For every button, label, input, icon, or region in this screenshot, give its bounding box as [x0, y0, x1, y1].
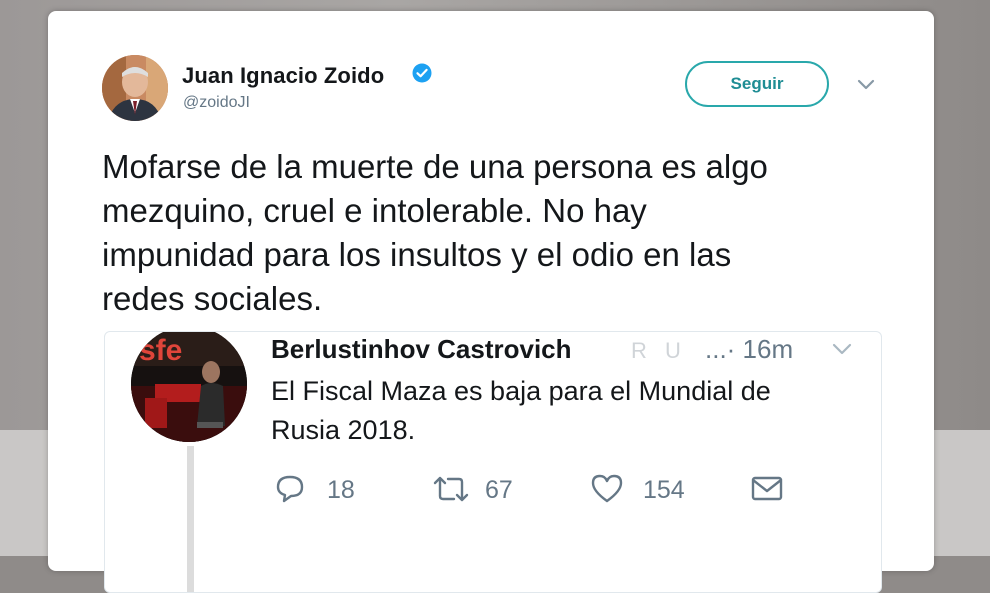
quoted-tweet-text: El Fiscal Maza es baja para el Mundial d…	[271, 376, 771, 445]
follow-button[interactable]: Seguir	[685, 61, 829, 107]
author-avatar[interactable]	[102, 55, 168, 121]
tweet-text: Mofarse de la muerte de una persona es a…	[102, 148, 768, 317]
chevron-down-icon[interactable]	[831, 342, 853, 356]
svg-text:sfe: sfe	[139, 334, 182, 367]
quoted-author-name[interactable]: Berlustinhov Castrovich	[271, 334, 572, 365]
reply-count: 18	[327, 476, 355, 504]
chevron-down-icon[interactable]	[856, 77, 876, 91]
retweet-count: 67	[485, 476, 513, 504]
verified-badge-icon	[412, 63, 432, 83]
author-handle[interactable]: @zoidoJI	[183, 94, 250, 112]
envelope-icon	[751, 476, 783, 501]
tweet-card: Juan Ignacio Zoido @zoidoJI Seguir Mofar…	[48, 11, 934, 593]
quoted-timestamp[interactable]: ...· 16m	[705, 334, 793, 365]
quoted-author-badges: R U	[631, 338, 687, 363]
like-count: 154	[643, 476, 685, 504]
retweet-icon	[433, 476, 469, 502]
author-name[interactable]: Juan Ignacio Zoido	[182, 63, 384, 89]
quoted-author-avatar[interactable]: sfe	[131, 332, 247, 442]
quoted-tweet[interactable]: sfe Berlustinhov Castrovich R U ...· 16m…	[104, 331, 882, 593]
thread-line	[187, 446, 194, 592]
reply-icon	[276, 475, 304, 503]
heart-icon	[591, 474, 623, 503]
